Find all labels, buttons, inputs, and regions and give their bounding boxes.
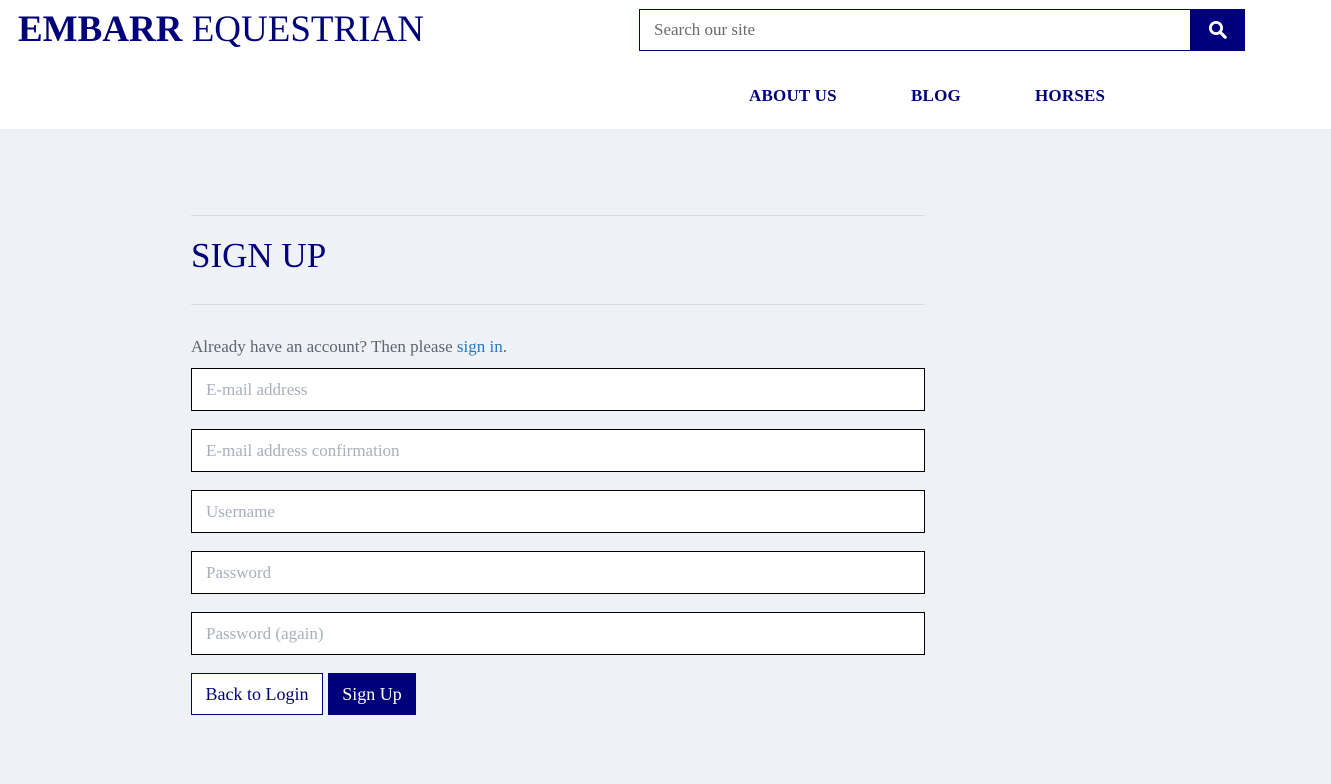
nav-item-blog[interactable]: BLOG — [911, 86, 961, 106]
sign-up-button[interactable]: Sign Up — [328, 673, 416, 715]
sign-in-link[interactable]: sign in — [457, 337, 503, 356]
form-actions: Back to Login Sign Up — [191, 673, 925, 715]
password-field[interactable] — [191, 551, 925, 594]
site-header: EMBARR EQUESTRIAN ABOUT US BLOG HORSES — [0, 0, 1331, 129]
search-icon — [1208, 21, 1227, 39]
search-input[interactable] — [639, 9, 1190, 51]
signup-form: Back to Login Sign Up — [191, 368, 925, 715]
nav-item-about-us[interactable]: ABOUT US — [749, 86, 837, 106]
title-divider — [191, 304, 925, 305]
password-again-field[interactable] — [191, 612, 925, 655]
search-bar — [639, 9, 1245, 51]
already-account-suffix: . — [502, 337, 507, 356]
site-logo[interactable]: EMBARR EQUESTRIAN — [18, 10, 424, 50]
back-to-login-button[interactable]: Back to Login — [191, 673, 323, 715]
logo-text: EQUESTRIAN — [182, 9, 424, 50]
email-confirm-field[interactable] — [191, 429, 925, 472]
already-account-label: Already have an account? Then please — [191, 337, 457, 356]
logo-bold-text: EMBARR — [18, 9, 183, 50]
search-button[interactable] — [1190, 9, 1245, 51]
email-field[interactable] — [191, 368, 925, 411]
already-account-text: Already have an account? Then please sig… — [191, 336, 925, 358]
signup-section: SIGN UP Already have an account? Then pl… — [191, 215, 925, 715]
username-field[interactable] — [191, 490, 925, 533]
nav-item-horses[interactable]: HORSES — [1035, 86, 1105, 106]
page-title: SIGN UP — [191, 236, 327, 275]
